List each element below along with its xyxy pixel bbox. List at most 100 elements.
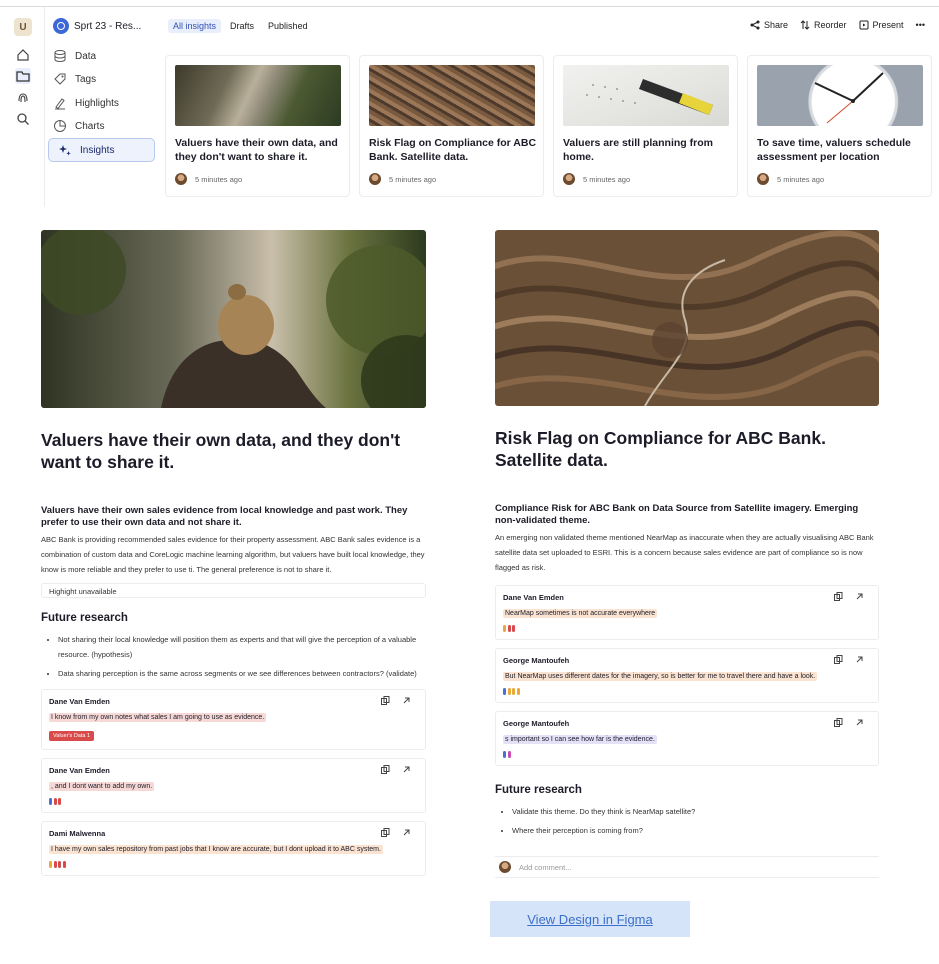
tag-color-indicators [503,688,871,695]
highlight-quote[interactable]: George Mantoufeh s important so I can se… [495,711,879,766]
tag-color-indicators [503,625,871,632]
quote-text: NearMap sometimes is not accurate everyw… [503,609,658,618]
highlight-quote[interactable]: Dane Van Emden I know from my own notes … [41,689,426,750]
quote-author: George Mantoufeh [503,656,570,665]
reorder-icon [800,20,810,30]
satellite-terrain-photo [495,230,879,406]
present-icon [859,20,869,30]
card-time: 5 minutes ago [389,174,437,184]
tag-icon [54,73,66,85]
calendar-pen-illustration [586,79,713,115]
sidebar-item-insights[interactable]: Insights [48,138,155,162]
insight-card[interactable]: Risk Flag on Compliance for ABC Bank. Sa… [359,55,544,197]
insight-tabs: All insights Drafts Published [168,19,313,33]
tab-drafts[interactable]: Drafts [225,19,259,33]
reorder-label: Reorder [814,20,847,30]
copy-icon[interactable] [381,696,390,705]
comment-input[interactable]: Add comment... [495,856,879,878]
copy-icon[interactable] [834,592,843,601]
tab-published[interactable]: Published [263,19,313,33]
hero-image [495,230,879,406]
card-meta: 5 minutes ago [757,173,824,185]
card-title: To save time, valuers schedule assessmen… [757,137,911,163]
toolbar: Share Reorder Present ••• [750,20,925,30]
quote-text: s important so I can see how far is the … [503,735,657,744]
quote-text: I know from my own notes what sales I am… [49,713,267,722]
share-button[interactable]: Share [750,20,788,30]
insight-subtitle: Compliance Risk for ABC Bank on Data Sou… [495,503,859,526]
view-in-figma-link[interactable]: View Design in Figma [490,901,690,937]
open-link-icon[interactable] [402,765,411,774]
card-image [175,65,341,126]
open-link-icon[interactable] [855,592,864,601]
sidebar-item-tags[interactable]: Tags [53,72,96,86]
quote-actions [381,828,411,837]
present-label: Present [872,20,904,30]
avatar [175,173,187,185]
tab-all-insights[interactable]: All insights [168,19,222,33]
share-icon [750,20,760,30]
sparkles-icon [59,145,71,156]
sidebar-item-highlights[interactable]: Highlights [53,96,119,110]
card-title: Risk Flag on Compliance for ABC Bank. Sa… [369,137,537,163]
card-time: 5 minutes ago [583,174,631,184]
insight-subtitle: Valuers have their own sales evidence fr… [41,505,408,528]
present-button[interactable]: Present [859,20,904,30]
list-item: Validate this theme. Do they think is Ne… [512,804,879,819]
highlight-quote[interactable]: Dane Van Emden NearMap sometimes is not … [495,585,879,640]
project-selector[interactable]: Sprt 23 - Res... [53,18,141,34]
sidebar-item-label: Highlights [75,97,119,109]
insight-card[interactable]: Valuers are still planning from home. 5 … [553,55,738,197]
user-avatar[interactable]: U [14,18,32,36]
home-icon[interactable] [15,47,31,63]
quote-author: George Mantoufeh [503,719,570,728]
highlight-quote[interactable]: George Mantoufeh But NearMap uses differ… [495,648,879,703]
insight-card[interactable]: To save time, valuers schedule assessmen… [747,55,932,197]
card-meta: 5 minutes ago [563,173,630,185]
highlight-placeholder: Highight unavailable [41,583,426,598]
tag-badge[interactable]: Valuer's Data 1 [49,731,95,741]
more-options-button[interactable]: ••• [916,20,925,30]
card-meta: 5 minutes ago [175,173,242,185]
project-icon [53,18,69,34]
sidebar-item-label: Data [75,50,97,62]
insight-card[interactable]: Valuers have their own data, and they do… [165,55,350,197]
sidebar-item-label: Charts [75,120,105,132]
card-image [369,65,535,126]
card-title: Valuers have their own data, and they do… [175,137,338,163]
highlight-quote[interactable]: Dane Van Emden , and I dont want to add … [41,758,426,813]
clock-illustration [814,72,884,124]
sidebar-item-charts[interactable]: Charts [53,119,104,133]
person-outdoors-photo [41,230,426,408]
card-meta: 5 minutes ago [369,173,436,185]
quote-actions [381,696,411,705]
avatar [757,173,769,185]
pie-chart-icon [54,120,66,132]
copy-icon[interactable] [834,718,843,727]
card-title: Valuers are still planning from home. [563,137,713,163]
open-link-icon[interactable] [855,718,864,727]
future-research-heading: Future research [41,612,128,624]
sidebar-item-data[interactable]: Data [53,49,96,63]
project-name: Sprt 23 - Res... [74,20,142,32]
insight-title: Valuers have their own data, and they do… [41,430,401,472]
quote-actions [834,592,864,601]
database-icon [54,50,66,63]
copy-icon[interactable] [381,828,390,837]
tag-color-indicators [49,861,418,868]
card-time: 5 minutes ago [195,174,243,184]
fingerprint-icon[interactable] [15,89,31,105]
card-image [563,65,729,126]
future-research-list: Not sharing their local knowledge will p… [41,632,426,681]
highlight-quote[interactable]: Dami Malwenna I have my own sales reposi… [41,821,426,876]
icon-rail: U [0,7,42,207]
copy-icon[interactable] [834,655,843,664]
open-link-icon[interactable] [855,655,864,664]
reorder-button[interactable]: Reorder [800,20,847,30]
search-icon[interactable] [15,111,31,127]
folder-icon[interactable] [15,68,31,84]
copy-icon[interactable] [381,765,390,774]
open-link-icon[interactable] [402,828,411,837]
open-link-icon[interactable] [402,696,411,705]
insight-cards: Valuers have their own data, and they do… [165,55,932,197]
